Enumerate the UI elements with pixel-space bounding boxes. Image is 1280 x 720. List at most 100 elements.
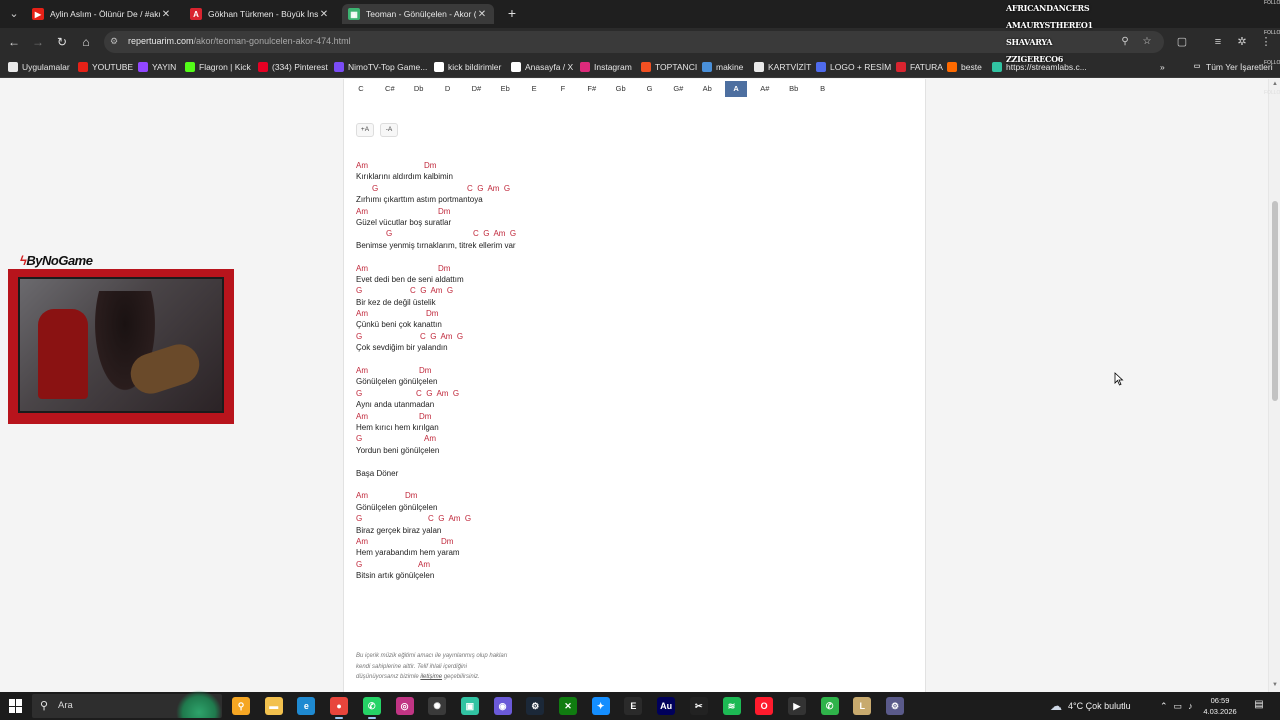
browser-tab[interactable]: ▦ Teoman - Gönülçelen - Akor (K ✕: [342, 4, 494, 24]
key-button[interactable]: A#: [754, 81, 776, 97]
media-queue-icon[interactable]: ≡: [1210, 34, 1226, 50]
taskbar-search[interactable]: ⚲ Ara: [32, 690, 222, 718]
bookmark-item[interactable]: Uygulamalar: [8, 60, 70, 74]
steam-icon[interactable]: ⚙: [526, 697, 545, 715]
bookmark-item[interactable]: Anasayfa / X: [511, 60, 573, 74]
key-button[interactable]: Eb: [494, 81, 516, 97]
extensions-icon[interactable]: ▢: [1174, 34, 1190, 50]
epic-games-icon[interactable]: E: [624, 697, 643, 715]
key-button[interactable]: C: [350, 81, 372, 97]
edge-icon[interactable]: e: [297, 697, 316, 715]
contact-link[interactable]: iletişime: [420, 674, 442, 680]
lyric-line: Bitsin artık gönülçelen: [356, 571, 435, 581]
mouse-cursor-icon: [1114, 372, 1124, 386]
key-button[interactable]: G: [639, 81, 661, 97]
key-button[interactable]: Bb: [783, 81, 805, 97]
tab-close-icon[interactable]: ✕: [318, 9, 330, 20]
audition-icon[interactable]: Au: [657, 697, 676, 715]
key-button[interactable]: Db: [408, 81, 430, 97]
obs-app-icon[interactable]: ◉: [493, 697, 512, 715]
phone-link-icon[interactable]: ✆: [820, 697, 839, 715]
font-decrease-button[interactable]: -A: [380, 123, 398, 137]
scrollbar-thumb[interactable]: [1272, 201, 1278, 401]
bookmark-item[interactable]: NimoTV-Top Game...: [334, 60, 427, 74]
bookmark-item[interactable]: makine: [702, 60, 743, 74]
volume-icon[interactable]: ♪: [1188, 701, 1193, 711]
doc-icon: [702, 62, 712, 72]
media-player-icon[interactable]: ▶: [787, 697, 806, 715]
chord-line: Am Dm: [356, 309, 516, 320]
search-app-icon[interactable]: ⚲: [232, 697, 250, 715]
bookmark-star-icon[interactable]: ☆: [1140, 35, 1154, 49]
bookmark-item[interactable]: Flagron | Kick: [185, 60, 251, 74]
extension-puzzle-icon[interactable]: ✲: [1234, 34, 1250, 50]
key-button[interactable]: D#: [465, 81, 487, 97]
browser-tab[interactable]: ▶ Aylin Aslım - Ölünür De / #akus ✕: [26, 4, 178, 24]
league-icon[interactable]: L: [853, 697, 872, 715]
xbox-icon[interactable]: ✕: [559, 697, 577, 715]
streamlabs-app-icon[interactable]: ▣: [460, 697, 479, 715]
file-explorer-icon[interactable]: ▬: [264, 697, 283, 715]
network-icon[interactable]: ▭: [1174, 701, 1183, 712]
bookmark-item[interactable]: FATURA: [896, 60, 943, 74]
key-button[interactable]: E: [523, 81, 545, 97]
key-button[interactable]: G#: [667, 81, 689, 97]
battlenet-icon[interactable]: ✦: [591, 697, 610, 715]
address-bar[interactable]: ⚙ repertuarim.com/akor/teoman-gonulcelen…: [104, 31, 1164, 53]
bookmark-item[interactable]: YOUTUBE: [78, 60, 133, 74]
bookmark-item[interactable]: TOPTANCI: [641, 60, 697, 74]
instagram-app-icon[interactable]: ◎: [395, 697, 414, 715]
home-icon[interactable]: ⌂: [78, 34, 94, 50]
key-button[interactable]: F: [552, 81, 574, 97]
opera-icon[interactable]: O: [755, 697, 774, 715]
chord-line: G C G Am G: [356, 514, 516, 525]
tab-search-icon[interactable]: ⌄: [6, 6, 22, 22]
bookmark-item[interactable]: Instagram: [580, 60, 632, 74]
chrome-icon[interactable]: ●: [330, 697, 349, 719]
reload-icon[interactable]: ↻: [54, 34, 70, 50]
bookmark-item[interactable]: (334) Pinterest: [258, 60, 328, 74]
whatsapp-icon[interactable]: ✆: [362, 697, 381, 719]
settings-app-icon[interactable]: ⚙: [886, 697, 904, 715]
more-bookmarks-button[interactable]: »: [1160, 60, 1165, 74]
scroll-down-icon[interactable]: ▼: [1271, 682, 1279, 690]
chord-label: C G Am G: [410, 286, 454, 296]
chatgpt-icon[interactable]: ✺: [428, 697, 447, 715]
key-button[interactable]: A: [725, 81, 748, 97]
vertical-scrollbar[interactable]: ▲ ▼: [1268, 79, 1280, 692]
site-info-icon[interactable]: ⚙: [110, 36, 122, 48]
new-tab-button[interactable]: +: [504, 6, 520, 22]
bookmark-item[interactable]: LOGO + RESİM: [816, 60, 891, 74]
tab-close-icon[interactable]: ✕: [160, 9, 172, 20]
bookmark-item[interactable]: KARTVİZİT: [754, 60, 811, 74]
back-arrow-icon[interactable]: ←: [6, 34, 22, 50]
weather-widget[interactable]: ☁ 4°C Çok bulutlu: [1050, 692, 1131, 720]
browser-tab[interactable]: A Gökhan Türkmen - Büyük İnsan ✕: [184, 4, 336, 24]
all-bookmarks-button[interactable]: ▭ Tüm Yer İşaretleri: [1192, 60, 1273, 74]
spotify-icon[interactable]: ≋: [722, 697, 741, 715]
url-text[interactable]: repertuarim.com/akor/teoman-gonulcelen-a…: [128, 36, 351, 46]
folder-icon: ▭: [1193, 63, 1201, 70]
bookmark-item[interactable]: kick bildirimler: [434, 60, 501, 74]
key-button[interactable]: D: [437, 81, 459, 97]
key-button[interactable]: F#: [581, 81, 603, 97]
bookmark-item[interactable]: YAYIN: [138, 60, 176, 74]
tab-close-icon[interactable]: ✕: [476, 9, 488, 20]
windows-start-icon[interactable]: [9, 699, 23, 713]
clock[interactable]: 06:59 4.03.2026: [1200, 695, 1240, 717]
bookmark-label: beste: [961, 62, 982, 72]
key-button[interactable]: B: [812, 81, 834, 97]
capcut-icon[interactable]: ✂: [689, 697, 708, 715]
key-button[interactable]: Ab: [696, 81, 718, 97]
key-button[interactable]: Gb: [610, 81, 632, 97]
lyric-line: Çünkü beni çok kanattın: [356, 320, 442, 330]
weather-text: 4°C Çok bulutlu: [1068, 701, 1131, 711]
bookmark-item[interactable]: beste: [947, 60, 982, 74]
key-button[interactable]: C#: [379, 81, 401, 97]
forward-arrow-icon[interactable]: →: [30, 34, 46, 50]
notifications-icon[interactable]: ▤: [1252, 699, 1266, 713]
font-increase-button[interactable]: +A: [356, 123, 374, 137]
zoom-search-icon[interactable]: ⚲: [1118, 35, 1132, 49]
tray-expand-icon[interactable]: ⌃: [1160, 701, 1168, 712]
web-page: C C# Db D D# Eb E F F# Gb G G# Ab A A# Bb B +A -A Am Dm Kı…: [0, 79, 1268, 692]
